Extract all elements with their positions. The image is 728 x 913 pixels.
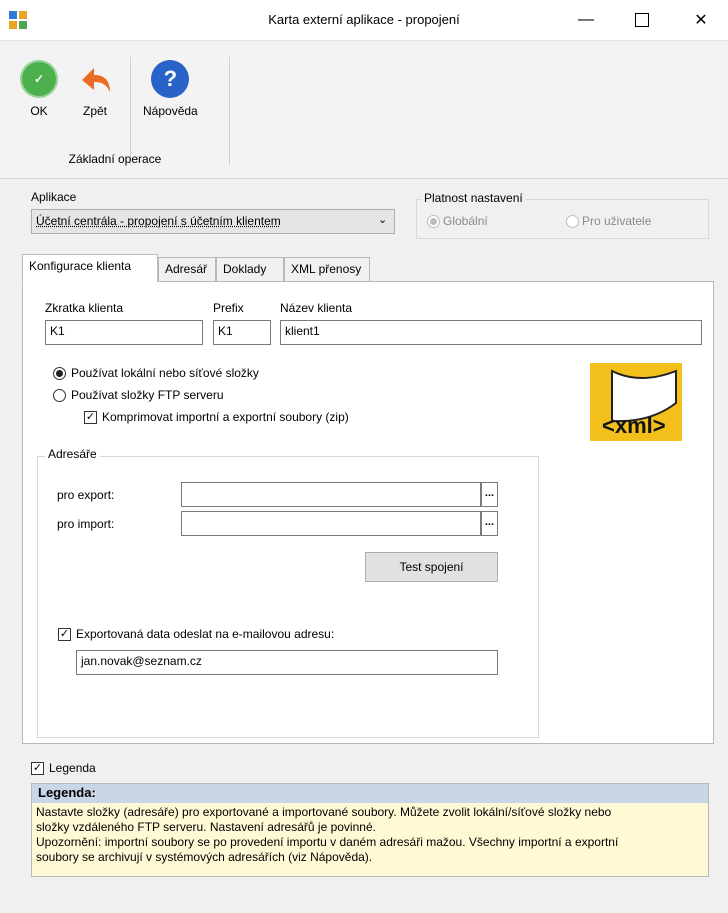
chevron-down-icon: ⌄	[378, 214, 388, 226]
radio-local-folders[interactable]	[53, 367, 66, 380]
maximize-button[interactable]	[619, 0, 665, 40]
title-bar: Karta externí aplikace - propojení — ✕	[0, 0, 728, 41]
client-abbr-field[interactable]: K1	[45, 320, 203, 345]
import-browse-button[interactable]: ...	[481, 511, 498, 536]
prefix-field[interactable]: K1	[213, 320, 271, 345]
legend-line: soubory se archivují v systémových adres…	[36, 850, 373, 864]
ok-button[interactable]: ✓ OK	[20, 60, 58, 118]
export-browse-button[interactable]: ...	[481, 482, 498, 507]
radio-global-label: Globální	[443, 214, 488, 228]
maximize-icon	[635, 13, 649, 27]
app-select-value: Účetní centrála - propojení s účetním kl…	[36, 214, 281, 228]
export-dir-field[interactable]	[181, 482, 481, 507]
legend-text: Nastavte složky (adresáře) pro exportova…	[32, 803, 708, 867]
close-icon: ✕	[694, 12, 708, 29]
radio-per-user-label: Pro uživatele	[582, 214, 652, 228]
legend-line: složky vzdáleného FTP serveru. Nastavení…	[36, 820, 376, 834]
directories-label: Adresáře	[45, 447, 100, 461]
minimize-button[interactable]: —	[563, 0, 609, 40]
export-label: pro export:	[57, 488, 115, 502]
prefix-label: Prefix	[213, 301, 244, 315]
back-arrow-icon	[82, 68, 110, 92]
radio-global[interactable]	[427, 215, 440, 228]
tab-documents[interactable]: Doklady	[216, 257, 284, 281]
zip-checkbox[interactable]: ✓	[84, 411, 97, 424]
radio-per-user[interactable]	[566, 215, 579, 228]
email-checkbox-label: Exportovaná data odeslat na e-mailovou a…	[76, 627, 335, 641]
minimize-icon: —	[578, 11, 594, 28]
client-name-label: Název klienta	[280, 301, 353, 315]
client-name-field[interactable]: klient1	[280, 320, 702, 345]
xml-logo-icon: <xml>	[590, 363, 682, 441]
close-button[interactable]: ✕	[678, 0, 724, 40]
legend-box: Legenda: Nastavte složky (adresáře) pro …	[31, 783, 709, 877]
legend-line: Nastavte složky (adresáře) pro exportova…	[36, 805, 612, 819]
ribbon-separator	[130, 57, 131, 165]
app-label: Aplikace	[31, 190, 77, 204]
tab-address-book[interactable]: Adresář	[158, 257, 216, 281]
checkmark-icon: ✓	[20, 60, 58, 98]
import-dir-field[interactable]	[181, 511, 481, 536]
test-connection-button[interactable]: Test spojení	[365, 552, 498, 582]
legend-line: Upozornění: importní soubory se po prove…	[36, 835, 619, 849]
ribbon-group-label: Základní operace	[68, 152, 162, 166]
email-checkbox[interactable]: ✓	[58, 628, 71, 641]
app-select[interactable]: Účetní centrála - propojení s účetním kl…	[31, 209, 395, 234]
zip-checkbox-label: Komprimovat importní a exportní soubory …	[102, 410, 349, 424]
radio-local-folders-label: Používat lokální nebo síťové složky	[71, 366, 259, 380]
legend-title: Legenda:	[32, 784, 708, 803]
radio-ftp-folders[interactable]	[53, 389, 66, 402]
email-field[interactable]: jan.novak@seznam.cz	[76, 650, 498, 675]
client-abbr-label: Zkratka klienta	[45, 301, 124, 315]
ok-label: OK	[30, 104, 48, 118]
validity-label: Platnost nastavení	[422, 191, 525, 205]
tab-client-config[interactable]: Konfigurace klienta	[22, 254, 158, 282]
ribbon-separator	[229, 57, 230, 165]
legend-checkbox[interactable]: ✓	[31, 762, 44, 775]
help-label: Nápověda	[143, 104, 198, 118]
help-button[interactable]: ? Nápověda	[143, 60, 198, 118]
legend-checkbox-label: Legenda	[49, 761, 96, 775]
import-label: pro import:	[57, 517, 115, 531]
xml-logo-text: <xml>	[602, 413, 666, 438]
radio-ftp-folders-label: Používat složky FTP serveru	[71, 388, 224, 402]
back-label: Zpět	[82, 104, 107, 118]
tab-xml-transfers[interactable]: XML přenosy	[284, 257, 370, 281]
help-icon: ?	[151, 60, 190, 98]
back-button[interactable]: Zpět	[76, 60, 114, 118]
